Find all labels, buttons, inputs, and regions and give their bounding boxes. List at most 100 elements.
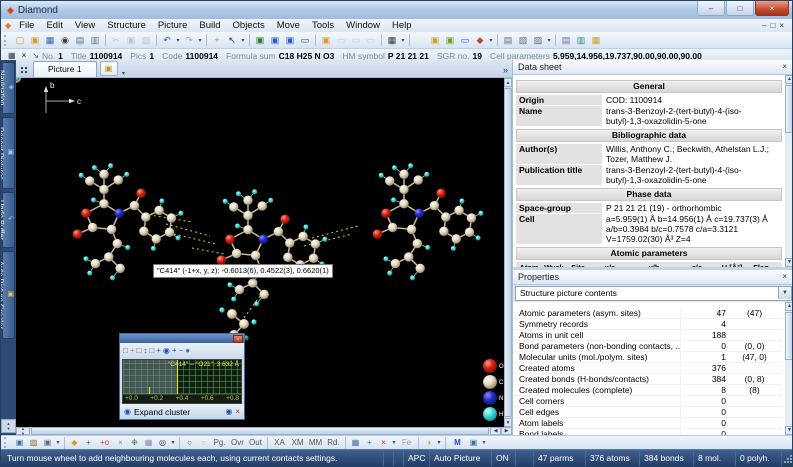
atom-C[interactable] [391, 259, 401, 269]
menu-file[interactable]: File [13, 20, 40, 31]
expand-cluster-icon[interactable]: + [130, 344, 135, 357]
select-arrow-icon[interactable]: ↖ [225, 34, 239, 47]
atom-C[interactable] [298, 232, 308, 242]
atom-O[interactable] [73, 229, 83, 239]
menu-structure[interactable]: Structure [101, 20, 152, 31]
atom-N[interactable] [414, 209, 424, 219]
sidebar-tab-navigation[interactable]: ◈Navigation [2, 62, 15, 114]
sidebar-spinner[interactable]: ▲▼ [1, 419, 16, 433]
contents-selector[interactable]: Structure picture contents ▼ [515, 286, 792, 302]
atom-H[interactable] [79, 173, 84, 178]
print-icon[interactable]: ▤ [73, 34, 87, 47]
sidebar-tab-recent-pictures[interactable]: ▣Recent Pictures [2, 117, 15, 189]
atom-C[interactable] [259, 290, 269, 300]
layout-icon[interactable]: ▭ [458, 34, 472, 47]
atom-C[interactable] [243, 196, 253, 206]
atom-C[interactable] [141, 212, 151, 222]
open-icon[interactable]: ▣ [28, 34, 42, 47]
atom-C[interactable] [99, 199, 109, 209]
atom-C[interactable] [99, 170, 109, 180]
popup-close-icon[interactable]: × [233, 335, 243, 343]
atom-C[interactable] [154, 206, 164, 216]
atom-C[interactable] [229, 202, 239, 212]
atom-H[interactable] [108, 163, 113, 168]
atom-H[interactable] [236, 191, 241, 196]
atom-H[interactable] [178, 211, 183, 216]
picture-tools-icon[interactable]: ▧ [27, 437, 40, 449]
scroll-up-icon[interactable]: ▲ [785, 302, 793, 311]
vscroll-thumb[interactable] [504, 88, 512, 417]
move-cluster-icon[interactable]: ◉ [163, 344, 170, 357]
atom-C[interactable] [385, 176, 395, 186]
atom-H[interactable] [410, 275, 415, 280]
atom-H[interactable] [425, 245, 430, 250]
atom-C[interactable] [113, 239, 123, 249]
menu-picture[interactable]: Picture [152, 20, 194, 31]
atom-C[interactable] [139, 227, 149, 237]
atom-C[interactable] [467, 213, 477, 223]
atom-C[interactable] [99, 185, 109, 195]
atom-H[interactable] [176, 235, 181, 240]
atom-C[interactable] [407, 225, 417, 235]
canvas-horizontal-scrollbar[interactable]: ▲▼ ◀ ▶ [16, 427, 512, 435]
datasheet-title-bar[interactable]: Data sheet × [513, 60, 793, 75]
page-mode-icon-dropdown[interactable]: ▾ [546, 37, 552, 44]
table-icon[interactable]: ▦ [349, 437, 362, 449]
atom-C[interactable] [465, 228, 475, 238]
atom-C[interactable] [251, 251, 261, 261]
atom-H[interactable] [254, 301, 259, 306]
atom-C[interactable] [104, 252, 114, 262]
new-picture-icon[interactable]: ▣ [428, 34, 442, 47]
expand-cluster-popup[interactable]: × □+□↕□+◉+−● "C414" -- "O21": 3.632 Å +0… [119, 333, 245, 420]
popup-title-bar[interactable]: × [120, 334, 244, 343]
atom-C[interactable] [130, 201, 140, 211]
window-arrange-icon[interactable]: ▭ [364, 34, 378, 47]
atom-H[interactable] [91, 197, 96, 202]
atom-H[interactable] [383, 256, 388, 261]
property-row[interactable]: Molecular units (mol./polym. sites)1(47,… [513, 352, 782, 363]
delete-icon-dropdown[interactable]: ▾ [391, 439, 397, 446]
atom-H[interactable] [268, 198, 273, 203]
atom-H[interactable] [459, 198, 464, 203]
atom-C[interactable] [441, 212, 451, 222]
sphere-range-icon[interactable]: ● [185, 344, 190, 357]
minimize-button[interactable]: – [697, 1, 725, 16]
connectivity-icon-dropdown[interactable]: ▾ [170, 439, 176, 446]
atom-H[interactable] [408, 163, 413, 168]
close-structure-icon[interactable]: × [22, 51, 27, 60]
atom-H[interactable] [392, 165, 397, 170]
dashed-box-icon[interactable]: □ [137, 344, 142, 357]
legend-O[interactable] [483, 359, 497, 373]
atom-C[interactable] [413, 239, 423, 249]
atom-C[interactable] [115, 264, 125, 274]
destroy-icon[interactable]: × [114, 437, 127, 449]
fe-label[interactable]: Fe [398, 437, 415, 449]
colors-icon-dropdown[interactable]: ▾ [436, 439, 442, 446]
save-icon[interactable]: ▦ [43, 34, 57, 47]
picture-mode-icon-dropdown[interactable]: ▾ [55, 439, 61, 446]
properties-close-icon[interactable]: × [780, 272, 789, 281]
pan-icon[interactable]: + [210, 34, 224, 47]
cut-icon[interactable]: ✂ [109, 34, 123, 47]
atom-H[interactable] [451, 246, 456, 251]
atom-C[interactable] [415, 264, 425, 274]
table-icon-dropdown[interactable]: ▾ [400, 37, 406, 44]
select-region-icon[interactable]: □ [123, 344, 128, 357]
pg-label[interactable]: Pg. [211, 437, 228, 449]
video-view-icon[interactable]: ▣ [268, 34, 282, 47]
packing-icon[interactable]: ▦ [142, 437, 155, 449]
property-row[interactable]: Bond parameters (non-bonding contacts, .… [513, 341, 782, 352]
atom-C[interactable] [285, 238, 295, 248]
grid-settings-icon[interactable]: ▦ [589, 34, 603, 47]
properties-title-bar[interactable]: Properties × [513, 270, 793, 285]
atom-H[interactable] [125, 245, 130, 250]
atom-H[interactable] [251, 319, 256, 324]
atom-C[interactable] [430, 201, 440, 211]
atom-H[interactable] [391, 197, 396, 202]
menu-window[interactable]: Window [340, 20, 386, 31]
atom-C[interactable] [399, 185, 409, 195]
atom-C[interactable] [399, 170, 409, 180]
copy-picture-icon[interactable]: ▣ [443, 34, 457, 47]
atom-C[interactable] [309, 254, 319, 264]
picture-icon[interactable]: ▣ [467, 437, 480, 449]
